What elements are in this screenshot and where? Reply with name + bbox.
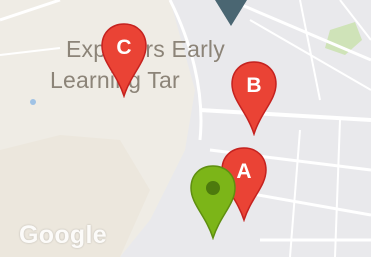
marker-b-label: B	[246, 74, 262, 97]
partial-marker-icon[interactable]	[215, 0, 247, 28]
map-pin-icon	[101, 23, 147, 99]
marker-c[interactable]: C	[100, 22, 148, 99]
map-pin-icon	[231, 61, 277, 137]
map-pin-icon	[190, 165, 236, 241]
marker-green[interactable]	[189, 164, 237, 241]
pin-center-dot-icon	[206, 181, 220, 195]
marker-c-label: C	[116, 36, 132, 59]
marker-b[interactable]: B	[230, 60, 278, 137]
map-view[interactable]: Explorers Early Learning Tar C B A Googl…	[0, 0, 371, 257]
google-watermark: Google	[19, 221, 107, 249]
